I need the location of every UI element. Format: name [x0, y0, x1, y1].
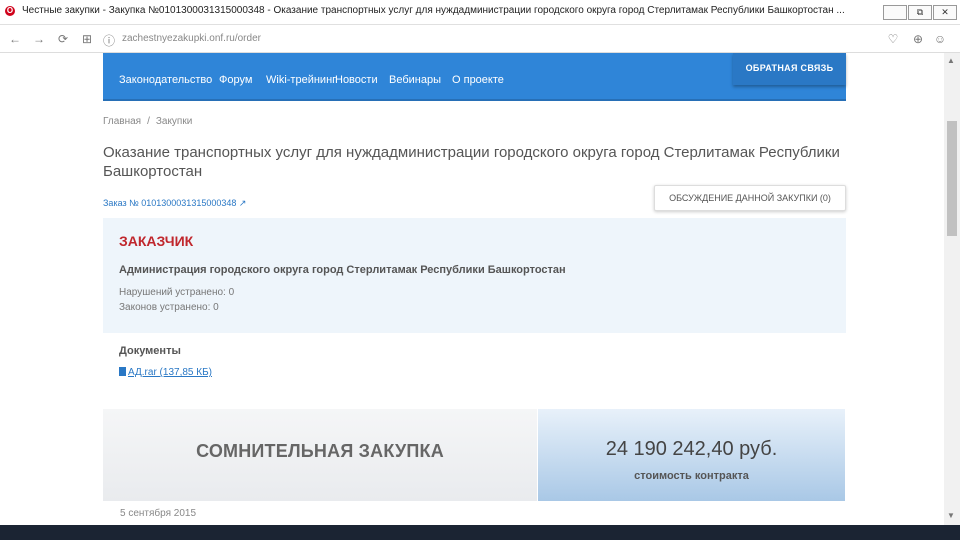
breadcrumb: Главная / Закупки: [103, 116, 192, 127]
opera-logo-icon: O: [5, 6, 15, 16]
nav-item-webinars[interactable]: Вебинары: [389, 74, 441, 86]
file-icon: [119, 367, 126, 376]
document-file-name[interactable]: АД.rar (137,85 КБ): [128, 367, 212, 378]
customer-label: ЗАКАЗЧИК: [119, 233, 194, 249]
window-title: Честные закупки - Закупка №0101300031315…: [22, 5, 845, 16]
nav-item-forum[interactable]: Форум: [219, 74, 252, 86]
browser-window: O Честные закупки - Закупка №01013000313…: [0, 0, 960, 525]
page-content: Законодательство Форум Wiki-трейнинг Нов…: [0, 53, 944, 525]
nav-item-about[interactable]: О проекте: [452, 74, 504, 86]
price-panel: 24 190 242,40 руб. стоимость контракта: [538, 409, 845, 501]
documents-heading: Документы: [119, 345, 181, 357]
title-bar: O Честные закупки - Закупка №01013000313…: [0, 0, 960, 25]
suspicious-label: СОМНИТЕЛЬНАЯ ЗАКУПКА: [196, 441, 444, 461]
vertical-scrollbar[interactable]: ▲ ▼: [944, 53, 960, 525]
scrollbar-thumb[interactable]: [947, 121, 957, 236]
contract-amount-label: стоимость контракта: [634, 470, 749, 482]
document-link[interactable]: АД.rar (137,85 КБ): [119, 367, 212, 378]
forward-icon[interactable]: →: [32, 32, 46, 46]
nav-item-wiki[interactable]: Wiki-трейнинг: [266, 74, 336, 86]
laws-count: Законов устранено: 0: [119, 302, 219, 313]
user-icon[interactable]: ☺: [933, 32, 947, 46]
discuss-purchase-button[interactable]: ОБСУЖДЕНИЕ ДАННОЙ ЗАКУПКИ (0): [654, 185, 846, 211]
feedback-button[interactable]: ОБРАТНАЯ СВЯЗЬ: [733, 53, 846, 85]
nav-item-legislation[interactable]: Законодательство: [119, 74, 212, 86]
customer-name: Администрация городского округа город Ст…: [119, 264, 566, 276]
breadcrumb-current[interactable]: Закупки: [156, 116, 192, 127]
page-title: Оказание транспортных услуг для нуждадми…: [103, 144, 840, 180]
customer-panel: ЗАКАЗЧИК Администрация городского округа…: [103, 218, 846, 333]
reload-icon[interactable]: ⟳: [56, 32, 70, 46]
scroll-down-icon[interactable]: ▼: [947, 511, 955, 520]
speed-dial-icon[interactable]: ⊞: [80, 32, 94, 46]
breadcrumb-separator: /: [147, 116, 150, 127]
url-field[interactable]: zachestnyezakupki.onf.ru/order: [122, 33, 261, 44]
site-info-icon[interactable]: ⓘ: [102, 32, 116, 49]
nav-item-news[interactable]: Новости: [335, 74, 378, 86]
download-icon[interactable]: ⊕: [911, 32, 925, 46]
breadcrumb-home[interactable]: Главная: [103, 116, 141, 127]
restore-button[interactable]: ⧉: [908, 5, 932, 20]
purchase-date: 5 сентября 2015: [120, 508, 197, 519]
contract-amount: 24 190 242,40 руб.: [605, 438, 778, 460]
violations-count: Нарушений устранено: 0: [119, 287, 235, 298]
minimize-button[interactable]: [883, 5, 907, 20]
scroll-up-icon[interactable]: ▲: [947, 56, 955, 65]
close-button[interactable]: ✕: [933, 5, 957, 20]
status-panel: СОМНИТЕЛЬНАЯ ЗАКУПКА: [103, 409, 537, 501]
bookmark-heart-icon[interactable]: ♡: [886, 32, 900, 46]
address-bar: ← → ⟳ ⊞ ⓘ zachestnyezakupki.onf.ru/order…: [0, 26, 960, 53]
back-icon[interactable]: ←: [8, 32, 22, 46]
order-number-link[interactable]: Заказ № 0101300031315000348 ↗: [103, 198, 246, 209]
